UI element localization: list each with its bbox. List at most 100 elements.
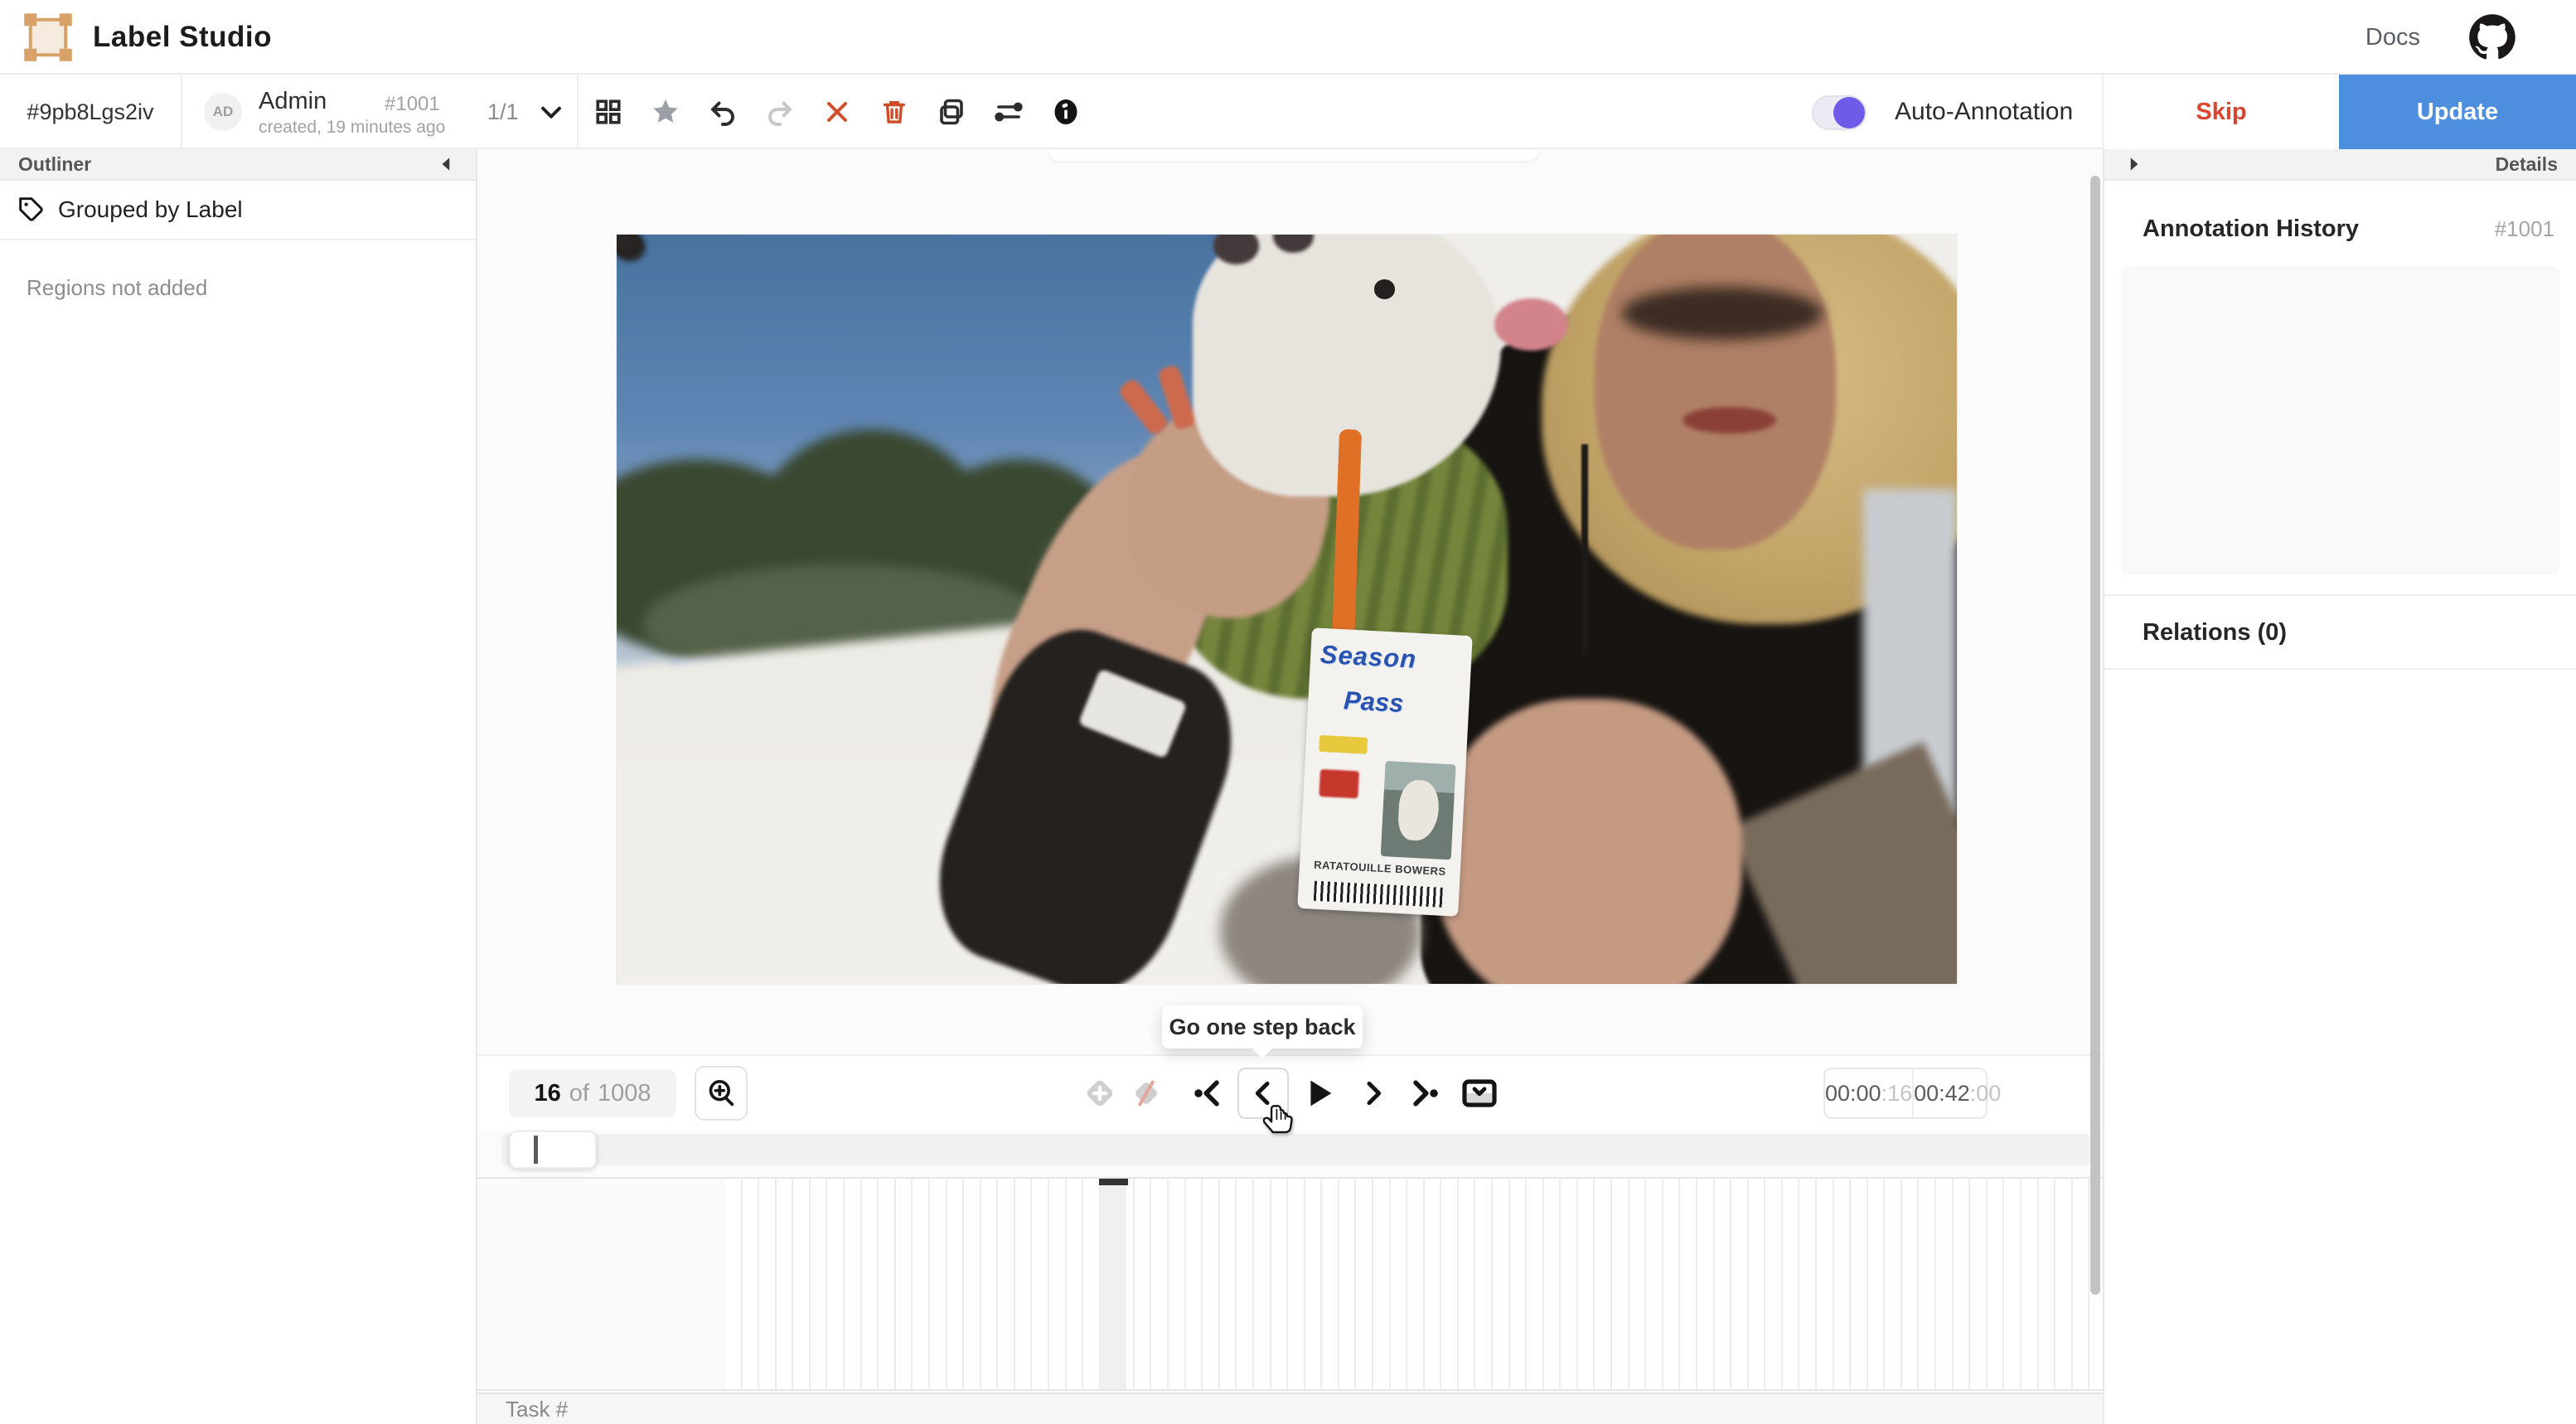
timeline-tick[interactable] [896,1179,913,1389]
grid-view-icon[interactable] [593,97,623,127]
timeline-tick[interactable] [1391,1179,1408,1389]
timeline-tick[interactable] [1475,1179,1493,1389]
play-button[interactable] [1293,1068,1344,1119]
timeline-tick[interactable] [845,1179,862,1389]
timeline-tick[interactable] [1407,1179,1425,1389]
timeline-tick[interactable] [1629,1179,1647,1389]
timeline-tick[interactable] [1151,1179,1169,1389]
timeline-tick[interactable] [1032,1179,1049,1389]
remove-keyframe-button[interactable] [1121,1068,1172,1119]
duplicate-annotation-icon[interactable] [937,97,966,127]
timeline-tick[interactable] [1493,1179,1510,1389]
timeline-tick[interactable] [725,1179,743,1389]
relations-section[interactable]: Relations (0) [2104,596,2576,670]
timeline-tick[interactable] [1305,1179,1323,1389]
skip-button[interactable]: Skip [2104,75,2339,149]
timeline-tick[interactable] [1954,1179,1971,1389]
playhead[interactable] [1101,1179,1126,1389]
timeline-tick[interactable] [1885,1179,1902,1389]
undo-icon[interactable] [708,97,738,127]
timeline-tick[interactable] [1339,1179,1357,1389]
timeline-tick[interactable] [2055,1179,2073,1389]
timeline-tick[interactable] [1765,1179,1783,1389]
timeline-tick[interactable] [1254,1179,1271,1389]
timeline-tick[interactable] [1988,1179,2005,1389]
timeline-tick[interactable] [1612,1179,1629,1389]
info-icon[interactable] [1051,97,1081,127]
timeline-tick[interactable] [1731,1179,1749,1389]
timeline-tick[interactable] [1663,1179,1681,1389]
timeline-tick[interactable] [1544,1179,1562,1389]
timeline-tick[interactable] [1680,1179,1697,1389]
timeline-tick[interactable] [1015,1179,1033,1389]
zoom-in-button[interactable] [695,1066,748,1121]
timeline-tick[interactable] [1799,1179,1817,1389]
chevron-down-icon[interactable] [537,98,565,126]
timeline-tick[interactable] [981,1179,999,1389]
timeline-tick[interactable] [913,1179,930,1389]
timeline-tick[interactable] [743,1179,760,1389]
github-icon[interactable] [2468,13,2516,61]
timeline-ticks[interactable] [725,1179,2089,1389]
timeline-tick[interactable] [1715,1179,1732,1389]
timeline-tick[interactable] [2004,1179,2022,1389]
timeline-tick[interactable] [1817,1179,1834,1389]
timeline-tick[interactable] [879,1179,896,1389]
delete-annotation-icon[interactable] [879,97,909,127]
auto-annotation-toggle[interactable] [1812,95,1867,130]
timeline-tick[interactable] [1646,1179,1663,1389]
timeline-tick[interactable] [1271,1179,1289,1389]
expand-right-icon[interactable] [2123,153,2144,175]
update-button[interactable]: Update [2339,75,2576,149]
settings-sliders-icon[interactable] [994,97,1024,127]
timeline-tick[interactable] [1322,1179,1339,1389]
collapse-left-icon[interactable] [436,153,458,175]
timeline-tick[interactable] [1135,1179,1152,1389]
timeline-tick[interactable] [2022,1179,2039,1389]
timeline-collapse-button[interactable] [1454,1068,1505,1119]
timeline-tick[interactable] [1067,1179,1084,1389]
timeline-tick[interactable] [998,1179,1015,1389]
timeline-tick[interactable] [1237,1179,1254,1389]
vertical-scrollbar[interactable] [2090,176,2100,1295]
timeline-tick[interactable] [2039,1179,2056,1389]
timeline-tick[interactable] [793,1179,811,1389]
timeline-tick[interactable] [1527,1179,1544,1389]
seek-handle[interactable] [509,1131,597,1169]
step-forward-button[interactable] [1348,1068,1399,1119]
frame-counter[interactable]: 16 of 1008 [509,1069,676,1117]
timeline-tick[interactable] [1578,1179,1595,1389]
grouped-by-label-row[interactable]: Grouped by Label [0,181,476,240]
timeline-tick[interactable] [1834,1179,1852,1389]
timeline-tick[interactable] [1561,1179,1578,1389]
timeline-tick[interactable] [2073,1179,2090,1389]
redo-icon[interactable] [765,97,795,127]
timeline-tick[interactable] [1970,1179,1988,1389]
timeline-tick[interactable] [777,1179,794,1389]
timeline-tick[interactable] [964,1179,981,1389]
timeline-tick[interactable] [1186,1179,1203,1389]
timeline-tick[interactable] [1595,1179,1612,1389]
timeline-tick[interactable] [1373,1179,1391,1389]
timeline-tick[interactable] [811,1179,828,1389]
previous-keyframe-button[interactable] [1182,1068,1233,1119]
timeline-tick[interactable] [1783,1179,1800,1389]
timeline-tick[interactable] [1749,1179,1766,1389]
timeline-tick[interactable] [1083,1179,1101,1389]
timeline-tick[interactable] [1356,1179,1373,1389]
timeline-tick[interactable] [1220,1179,1237,1389]
timeline-tick[interactable] [1936,1179,1954,1389]
docs-link[interactable]: Docs [2365,0,2420,75]
timeline-tick[interactable] [1049,1179,1067,1389]
timeline-tick[interactable] [1441,1179,1459,1389]
timeline-tick[interactable] [1919,1179,1936,1389]
timeline-tick[interactable] [1425,1179,1442,1389]
video-frame[interactable]: Season Pass RATATOUILLE BOWERS [617,235,1957,984]
timeline-tick[interactable] [1868,1179,1886,1389]
timeline-tick[interactable] [1902,1179,1920,1389]
frame-current[interactable]: 16 [535,1080,561,1107]
next-keyframe-button[interactable] [1399,1068,1450,1119]
timeline-tick[interactable] [759,1179,777,1389]
timeline-tick[interactable] [862,1179,879,1389]
timeline-tick[interactable] [1697,1179,1715,1389]
